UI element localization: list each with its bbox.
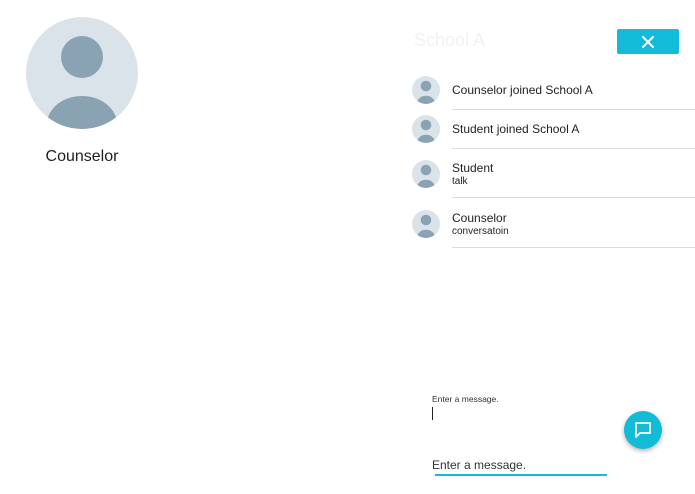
feed-item: Counselor conversatoin xyxy=(412,208,695,248)
feed-item: Counselor joined School A xyxy=(412,72,695,110)
feed-item-message: talk xyxy=(452,176,468,187)
feed-item-text: Counselor joined School A xyxy=(452,83,593,97)
person-icon xyxy=(417,214,435,238)
feed-item-text: Student xyxy=(452,161,494,175)
chat-bubble-icon xyxy=(635,422,651,438)
text-caret xyxy=(432,407,433,420)
profile-name: Counselor xyxy=(45,148,119,165)
feed-item-text: Counselor xyxy=(452,211,507,225)
divider xyxy=(452,197,695,198)
message-input[interactable] xyxy=(432,456,606,474)
person-icon xyxy=(46,36,118,129)
avatar xyxy=(412,76,440,104)
close-button[interactable] xyxy=(617,29,679,54)
avatar xyxy=(412,115,440,143)
send-message-button[interactable] xyxy=(624,411,662,449)
input-underline xyxy=(435,474,607,476)
person-icon xyxy=(417,164,435,188)
feed-item-message: conversatoin xyxy=(452,226,509,237)
divider xyxy=(452,109,695,110)
message-feed: Counselor joined School A Student joined… xyxy=(412,72,695,248)
close-icon xyxy=(642,35,654,48)
feed-item: Student joined School A xyxy=(412,111,695,149)
person-icon xyxy=(417,119,435,143)
composer-hint: Enter a message. xyxy=(432,394,499,404)
room-title: School A xyxy=(414,30,486,50)
feed-item: Student talk xyxy=(412,158,695,198)
avatar xyxy=(412,160,440,188)
person-icon xyxy=(417,80,435,104)
divider xyxy=(452,148,695,149)
avatar xyxy=(412,210,440,238)
profile-avatar xyxy=(26,17,138,129)
feed-item-text: Student joined School A xyxy=(452,122,580,136)
divider xyxy=(452,247,695,248)
